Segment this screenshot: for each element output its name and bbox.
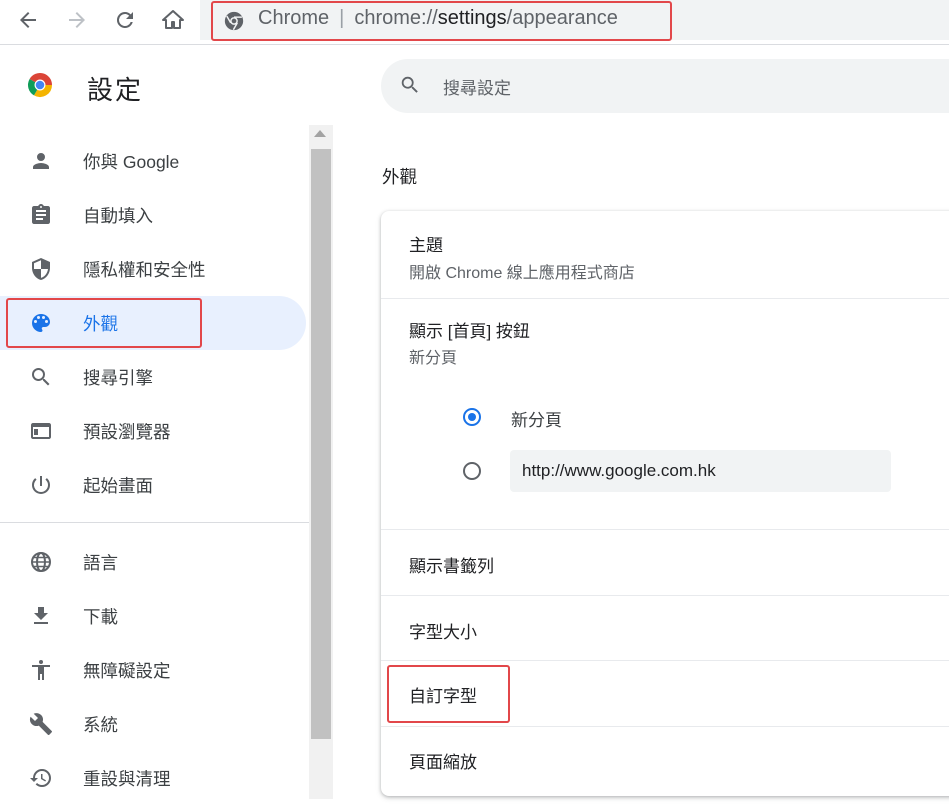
home-button[interactable] [159,6,187,34]
sidebar-item-languages[interactable]: 語言 [0,535,306,589]
bookmarks-bar-label: 顯示書籤列 [409,557,494,576]
arrow-right-icon [69,12,85,28]
sidebar-item-reset[interactable]: 重設與清理 [0,751,306,805]
scrollbar-thumb[interactable] [311,149,331,739]
sidebar-item-label: 搜尋引擎 [83,368,153,388]
search-icon [32,368,50,386]
theme-title: 主題 [409,236,443,255]
sidebar-item-label: 下載 [83,607,118,627]
home-button-subtitle: 新分頁 [409,350,458,367]
font-size-row[interactable]: 字型大小 [381,596,949,660]
page-zoom-label: 頁面縮放 [409,753,477,772]
person-icon [33,153,49,169]
scroll-up-arrow[interactable] [314,130,326,137]
sidebar-item-search-engine[interactable]: 搜尋引擎 [0,350,306,404]
sidebar-divider [0,522,309,523]
wrench-icon [29,713,52,735]
sidebar-item-label: 起始畫面 [83,476,153,496]
sidebar-item-label: 語言 [83,553,118,573]
arrow-left-icon [20,12,36,28]
sidebar-item-system[interactable]: 系統 [0,697,306,751]
radio-new-tab-label: 新分頁 [511,411,562,430]
power-icon [31,476,50,494]
sidebar-item-label: 自動填入 [83,206,153,226]
toolbar-divider [0,44,949,45]
restore-icon [30,769,51,787]
font-size-label: 字型大小 [409,623,477,642]
sidebar-item-label: 系統 [83,715,118,735]
sidebar-item-label: 重設與清理 [83,769,171,789]
custom-fonts-highlight-box [387,665,510,723]
sidebar-item-on-startup[interactable]: 起始畫面 [0,458,306,512]
clipboard-icon [32,204,50,224]
bookmarks-bar-row[interactable]: 顯示書籤列 [381,530,949,595]
chrome-logo-icon [24,69,56,101]
radio-custom-url[interactable] [463,462,481,480]
sidebar-item-label: 預設瀏覽器 [83,422,171,442]
theme-subtitle: 開啟 Chrome 線上應用程式商店 [409,265,635,282]
sidebar-item-label: 你與 Google [83,152,180,172]
home-button-title: 顯示 [首頁] 按鈕 [409,322,530,341]
sidebar-item-default-browser[interactable]: 預設瀏覽器 [0,404,306,458]
home-url-input[interactable] [510,450,891,492]
page-title: 設定 [87,75,144,105]
home-icon [162,10,184,29]
reload-icon [116,11,133,28]
search-input[interactable]: 搜尋設定 [443,74,511,99]
forward-button[interactable] [63,6,91,34]
globe-icon [31,552,51,572]
sidebar-item-label: 無障礙設定 [83,661,171,681]
appearance-highlight-box [6,298,202,348]
search-icon [399,74,421,96]
reload-button[interactable] [111,6,139,34]
home-button-row: 顯示 [首頁] 按鈕 新分頁 [381,299,949,377]
shield-icon [32,258,50,280]
radio-new-tab[interactable] [463,408,481,426]
page-zoom-row[interactable]: 頁面縮放 [381,727,949,791]
sidebar-item-you-and-google[interactable]: 你與 Google [0,134,306,188]
url-highlight-box [211,1,672,41]
sidebar-item-autofill[interactable]: 自動填入 [0,188,306,242]
accessibility-icon [32,660,50,680]
sidebar-item-label: 隱私權和安全性 [83,260,206,280]
sidebar-item-downloads[interactable]: 下載 [0,589,306,643]
browser-window-icon [31,423,51,439]
download-icon [34,607,48,624]
sidebar-item-privacy[interactable]: 隱私權和安全性 [0,242,306,296]
back-button[interactable] [14,6,42,34]
theme-row[interactable]: 主題 開啟 Chrome 線上應用程式商店 [381,212,949,298]
sidebar-item-accessibility[interactable]: 無障礙設定 [0,643,306,697]
section-title: 外觀 [382,167,417,187]
